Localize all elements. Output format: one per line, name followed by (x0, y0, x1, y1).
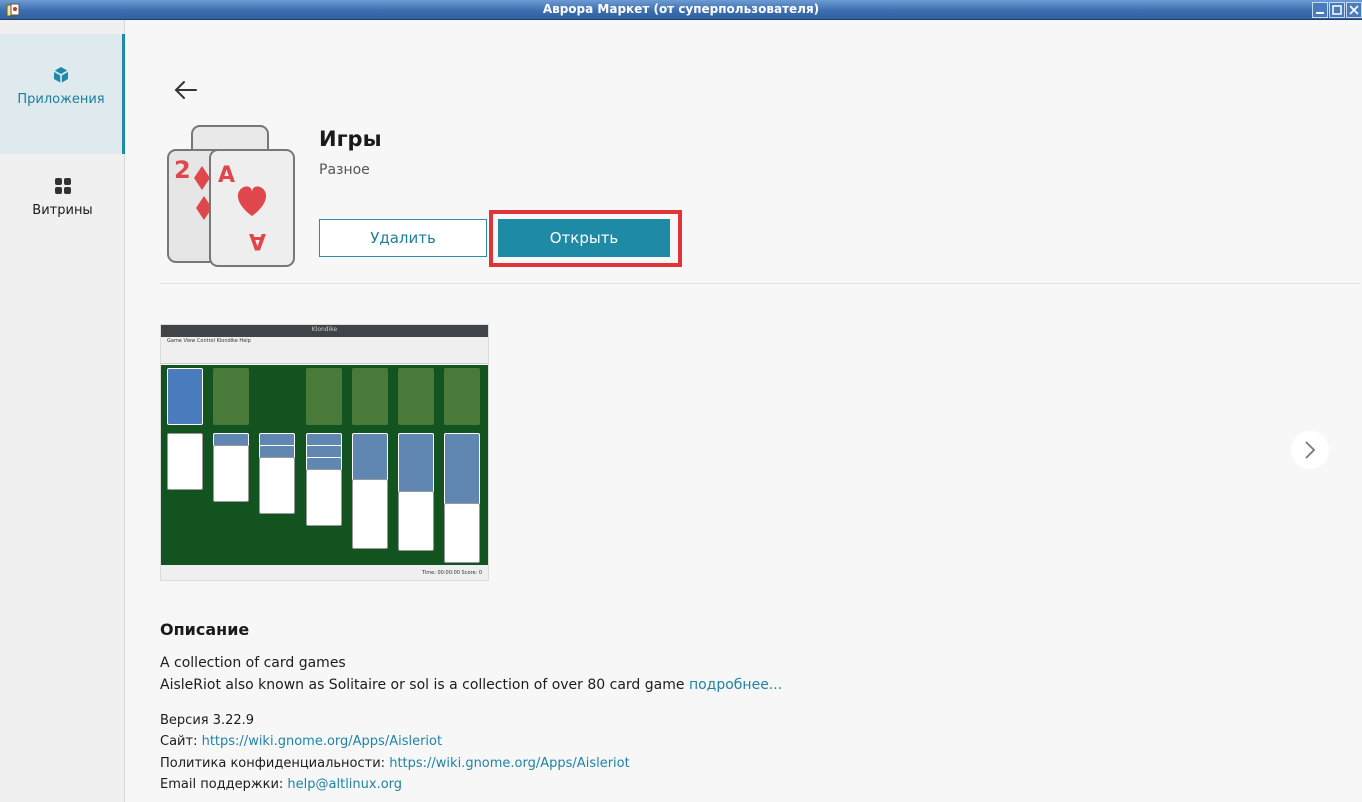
tableau-card (352, 479, 388, 549)
sidebar-item-showcases[interactable]: Витрины (0, 145, 125, 265)
screenshot-toolbar (161, 346, 488, 364)
screenshot-menu: Game View Control Klondike Help (161, 337, 488, 346)
box-icon (53, 67, 69, 83)
app-category: Разное (319, 162, 370, 178)
chevron-left-icon[interactable] (174, 438, 198, 462)
stock-pile (167, 368, 203, 425)
close-button[interactable] (1346, 2, 1362, 18)
tableau-card (306, 469, 342, 526)
chevron-right-icon[interactable] (1290, 430, 1330, 470)
tableau-card (444, 433, 480, 505)
tableau-card (259, 457, 295, 514)
description-line: AisleRiot also known as Solitaire or sol… (160, 677, 782, 693)
email-label: Email поддержки: (160, 777, 284, 792)
tableau-card (398, 433, 434, 493)
site-row: Сайт: https://wiki.gnome.org/Apps/Aisler… (160, 734, 442, 749)
waste-slot (213, 368, 249, 425)
open-button[interactable]: Открыть (498, 219, 670, 257)
privacy-label: Политика конфиденциальности: (160, 756, 386, 771)
remove-button[interactable]: Удалить (319, 219, 487, 257)
card-table (161, 365, 488, 565)
privacy-row: Политика конфиденциальности: https://wik… (160, 756, 630, 771)
minimize-icon (1316, 12, 1324, 14)
sidebar-item-applications[interactable]: Приложения (0, 34, 125, 154)
divider (160, 283, 1360, 284)
svg-text:2: 2 (174, 156, 191, 184)
tableau-card (444, 503, 480, 563)
grid-icon (54, 178, 71, 194)
sidebar: Приложения Витрины (0, 20, 125, 802)
tableau-card (352, 433, 388, 481)
close-icon (1349, 5, 1359, 15)
maximize-icon (1332, 5, 1342, 15)
sidebar-item-label: Витрины (32, 203, 93, 218)
playing-cards-icon: 2 A A (167, 125, 295, 267)
site-link[interactable]: https://wiki.gnome.org/Apps/Aisleriot (202, 734, 443, 749)
svg-text:A: A (249, 228, 266, 253)
tableau-card (398, 491, 434, 551)
email-row: Email поддержки: help@altlinux.org (160, 777, 402, 792)
email-link[interactable]: help@altlinux.org (287, 777, 402, 792)
foundation-slot (398, 368, 434, 425)
svg-text:A: A (218, 163, 235, 188)
back-arrow-icon[interactable] (172, 78, 200, 102)
foundation-slot (306, 368, 342, 425)
privacy-link[interactable]: https://wiki.gnome.org/Apps/Aisleriot (389, 756, 630, 771)
maximize-button[interactable] (1329, 2, 1345, 18)
app-screenshot[interactable]: Klondike Game View Control Klondike Help (160, 324, 489, 581)
foundation-slot (352, 368, 388, 425)
window-titlebar: Аврора Маркет (от суперпользователя) (0, 0, 1362, 20)
app-title: Игры (319, 127, 382, 151)
minimize-button[interactable] (1312, 2, 1328, 18)
description-line: A collection of card games (160, 655, 346, 671)
tableau-card (213, 445, 249, 502)
screenshot-titlebar: Klondike (161, 325, 488, 337)
screenshot-window-title: Klondike (311, 326, 338, 333)
more-link[interactable]: подробнее... (689, 677, 782, 693)
window-title: Аврора Маркет (от суперпользователя) (542, 2, 820, 16)
version-text: Версия 3.22.9 (160, 713, 255, 728)
description-text: AisleRiot also known as Solitaire or sol… (160, 677, 689, 693)
main-content: 2 A A Игры Разное Удалить Открыть Klondi… (126, 20, 1362, 802)
foundation-slot (444, 368, 480, 425)
screenshot-status: Time: 00:00:00 Score: 0 (161, 565, 488, 580)
window-controls (1312, 2, 1362, 18)
site-label: Сайт: (160, 734, 198, 749)
description-heading: Описание (160, 620, 250, 639)
sidebar-item-label: Приложения (17, 92, 105, 107)
